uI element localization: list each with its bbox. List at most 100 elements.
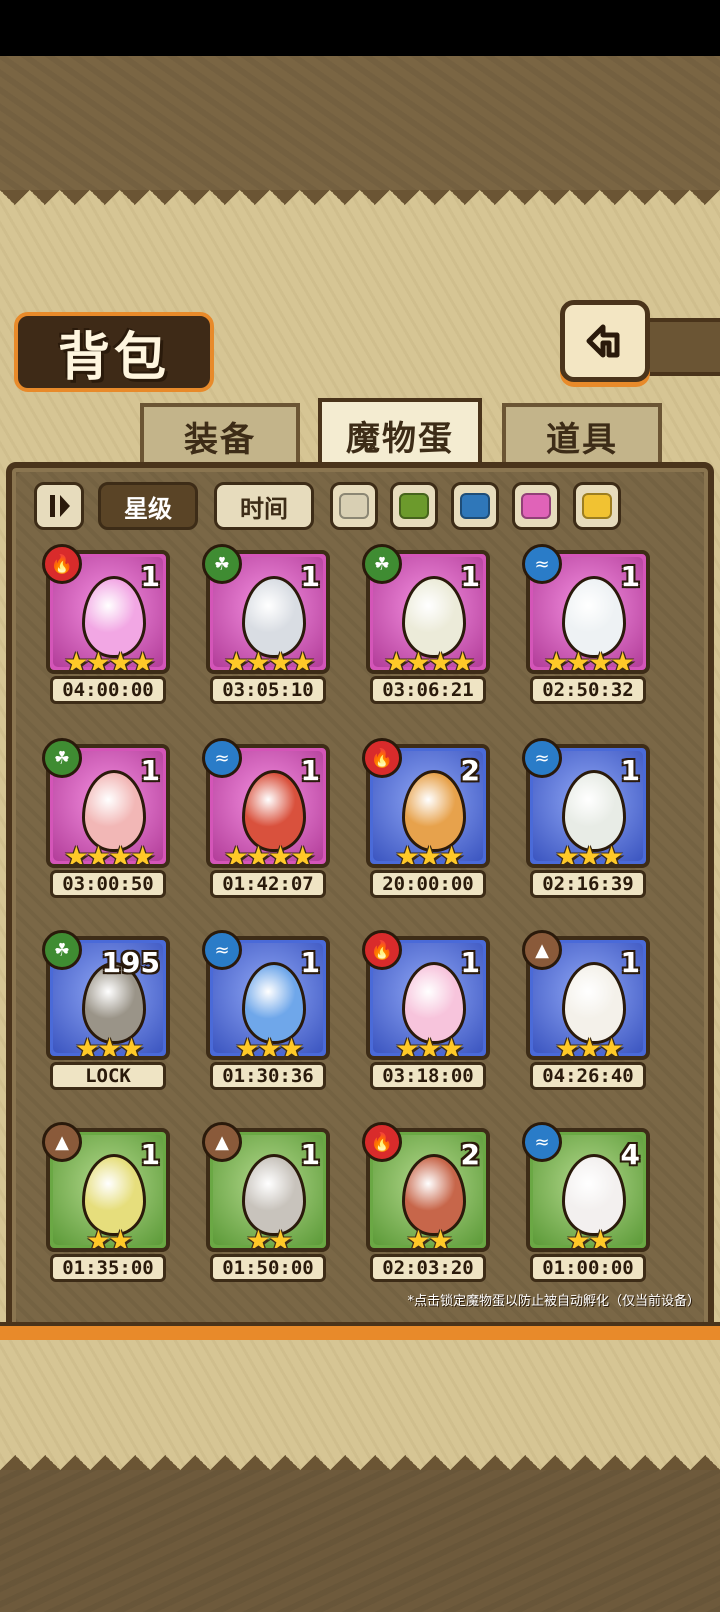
egg-stars: ★★ [85,1224,133,1252]
back-rail [640,318,720,376]
egg-timer: 04:26:40 [530,1062,646,1090]
egg-timer: LOCK [50,1062,166,1090]
egg-count: 1 [140,754,160,787]
egg-card[interactable]: 1 ★★★ ≈02:16:39 [522,738,654,898]
water-element-icon: ≈ [202,738,242,778]
egg-card[interactable]: 1 ★★★★ ☘ 03:06:21 [362,544,494,704]
egg-timer: 01:50:00 [210,1254,326,1282]
swatch-color [460,493,490,519]
egg-card[interactable]: 4 ★★ ≈01:00:00 [522,1122,654,1282]
sort-order-icon [50,495,70,517]
map-background-bottom [0,1470,720,1612]
egg-count: 1 [140,1138,160,1171]
egg-count: 1 [300,1138,320,1171]
water-element-icon: ≈ [522,544,562,584]
back-arrow-icon [586,324,620,358]
title-plate: 背包 [14,312,214,392]
leaf-element-icon: ☘ [202,544,242,584]
egg-count: 1 [460,946,480,979]
egg-count: 4 [620,1138,640,1171]
sort-order-toggle[interactable] [34,482,84,530]
egg-timer: 02:50:32 [530,676,646,704]
egg-count: 1 [300,946,320,979]
swatch-color [339,493,369,519]
egg-timer: 03:06:21 [370,676,486,704]
egg-count: 1 [460,560,480,593]
leaf-element-icon: ☘ [362,544,402,584]
egg-stars: ★★ [405,1224,453,1252]
egg-count: 1 [620,560,640,593]
filter-color-blue[interactable] [451,482,499,530]
egg-timer: 02:03:20 [370,1254,486,1282]
leaf-element-icon: ☘ [42,930,82,970]
fire-element-icon: 🔥 [362,738,402,778]
egg-timer: 04:00:00 [50,676,166,704]
egg-stars: ★★★★ [223,646,315,674]
egg-timer: 03:05:10 [210,676,326,704]
egg-card[interactable]: 1 ★★★ 🔥 03:18:00 [362,930,494,1090]
egg-stars: ★★★★ [223,840,315,868]
egg-card[interactable]: 1 ★★★★ ☘ 03:00:50 [42,738,174,898]
egg-card[interactable]: 1 ★★★★ ☘ 03:05:10 [202,544,334,704]
egg-count: 1 [140,560,160,593]
egg-stars: ★★★ [74,1032,144,1060]
egg-card[interactable]: 195 ★★★ ☘ LOCK [42,930,174,1090]
egg-timer: 03:18:00 [370,1062,486,1090]
earth-element-icon: ▲ [522,930,562,970]
egg-timer: 02:16:39 [530,870,646,898]
egg-count: 2 [460,1138,480,1171]
egg-timer: 03:00:50 [50,870,166,898]
egg-stars: ★★ [245,1224,293,1252]
egg-count: 2 [460,754,480,787]
earth-element-icon: ▲ [202,1122,242,1162]
egg-stars: ★★★ [554,1032,624,1060]
egg-count: 1 [300,754,320,787]
egg-card[interactable]: 1 ★★★ ▲ 04:26:40 [522,930,654,1090]
status-bar [0,0,720,56]
water-element-icon: ≈ [202,930,242,970]
egg-card[interactable]: 1 ★★★★ 🔥 04:00:00 [42,544,174,704]
egg-stars: ★★★★ [543,646,635,674]
egg-card[interactable]: 2 ★★★ 🔥 20:00:00 [362,738,494,898]
egg-timer: 01:30:36 [210,1062,326,1090]
water-element-icon: ≈ [522,1122,562,1162]
egg-card[interactable]: 1 ★★★★ ≈01:42:07 [202,738,334,898]
filter-color-green[interactable] [390,482,438,530]
panel-bottom-rail [0,1322,720,1340]
egg-card[interactable]: 1 ★★ ▲ 01:50:00 [202,1122,334,1282]
fire-element-icon: 🔥 [42,544,82,584]
egg-card[interactable]: 1 ★★★★ ≈02:50:32 [522,544,654,704]
egg-count: 1 [620,946,640,979]
tab-items[interactable]: 道具 [502,403,662,465]
leaf-element-icon: ☘ [42,738,82,778]
swatch-color [521,493,551,519]
egg-count: 195 [101,946,160,979]
earth-element-icon: ▲ [42,1122,82,1162]
egg-card[interactable]: 1 ★★ ▲ 01:35:00 [42,1122,174,1282]
filter-color-gold[interactable] [573,482,621,530]
torn-edge-bottom [0,1440,720,1470]
sort-by-star-button[interactable]: 星级 [98,482,198,530]
filter-color-purple[interactable] [512,482,560,530]
egg-timer: 20:00:00 [370,870,486,898]
egg-count: 1 [620,754,640,787]
egg-stars: ★★ [565,1224,613,1252]
egg-stars: ★★★ [394,1032,464,1060]
egg-card[interactable]: 2 ★★ 🔥 02:03:20 [362,1122,494,1282]
egg-stars: ★★★★ [383,646,475,674]
egg-timer: 01:00:00 [530,1254,646,1282]
egg-count: 1 [300,560,320,593]
filter-color-white[interactable] [330,482,378,530]
fire-element-icon: 🔥 [362,1122,402,1162]
egg-stars: ★★★★ [63,840,155,868]
tab-equipment[interactable]: 装备 [140,403,300,465]
swatch-color [582,493,612,519]
map-background-top [0,56,720,196]
egg-timer: 01:42:07 [210,870,326,898]
egg-card[interactable]: 1 ★★★ ≈01:30:36 [202,930,334,1090]
page-title: 背包 [57,327,170,388]
egg-stars: ★★★ [394,840,464,868]
back-button[interactable] [560,300,650,382]
tab-monster-eggs[interactable]: 魔物蛋 [318,398,482,468]
sort-by-time-button[interactable]: 时间 [214,482,314,530]
